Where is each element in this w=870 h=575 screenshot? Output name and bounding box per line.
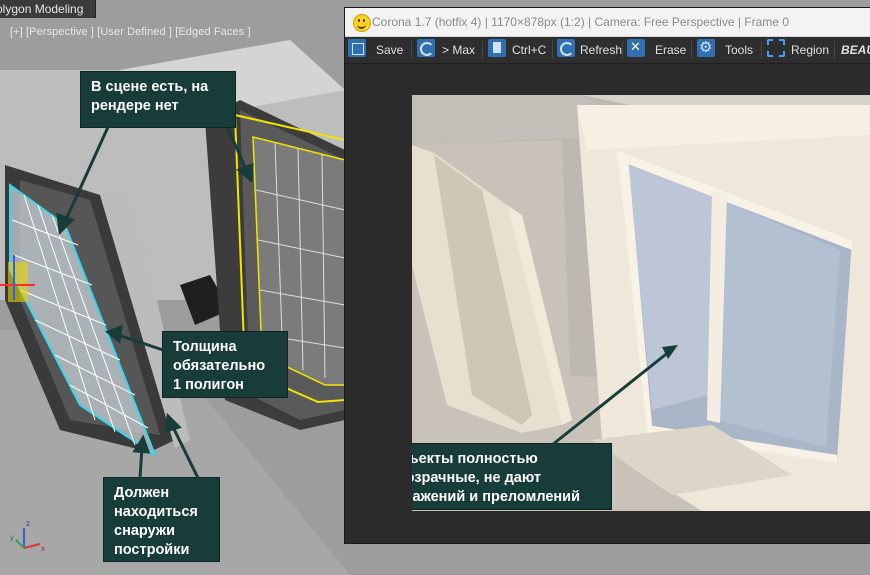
copy-button[interactable]: Ctrl+C [512, 39, 546, 61]
vfb-toolbar: Save > Max Ctrl+C Refresh Erase Tools Re… [345, 37, 870, 64]
tools-gear-icon [697, 38, 715, 57]
corona-vfb-window[interactable]: Corona 1.7 (hotfix 4) | 1170×878px (1:2)… [345, 8, 870, 543]
save-icon [348, 39, 366, 57]
save-button[interactable]: Save [376, 39, 403, 61]
render-image[interactable]: Объекты полностью прозрачные, не дают от… [412, 95, 870, 511]
tools-button[interactable]: Tools [725, 39, 753, 61]
vfb-title: Corona 1.7 (hotfix 4) | 1170×878px (1:2)… [372, 15, 789, 29]
erase-button[interactable]: Erase [655, 39, 686, 61]
region-icon [767, 39, 785, 57]
region-button[interactable]: Region [791, 39, 829, 61]
corona-smiley-icon [353, 14, 371, 32]
erase-icon [627, 39, 645, 57]
to-max-button[interactable]: > Max [442, 39, 475, 61]
refresh-button[interactable]: Refresh [580, 39, 622, 61]
to-max-icon [417, 39, 435, 57]
copy-icon [488, 39, 506, 57]
refresh-icon [557, 39, 575, 57]
render-elements-dropdown[interactable]: BEAU [841, 39, 870, 61]
vfb-titlebar[interactable]: Corona 1.7 (hotfix 4) | 1170×878px (1:2)… [345, 8, 870, 37]
render-callout-pointer [551, 345, 678, 447]
